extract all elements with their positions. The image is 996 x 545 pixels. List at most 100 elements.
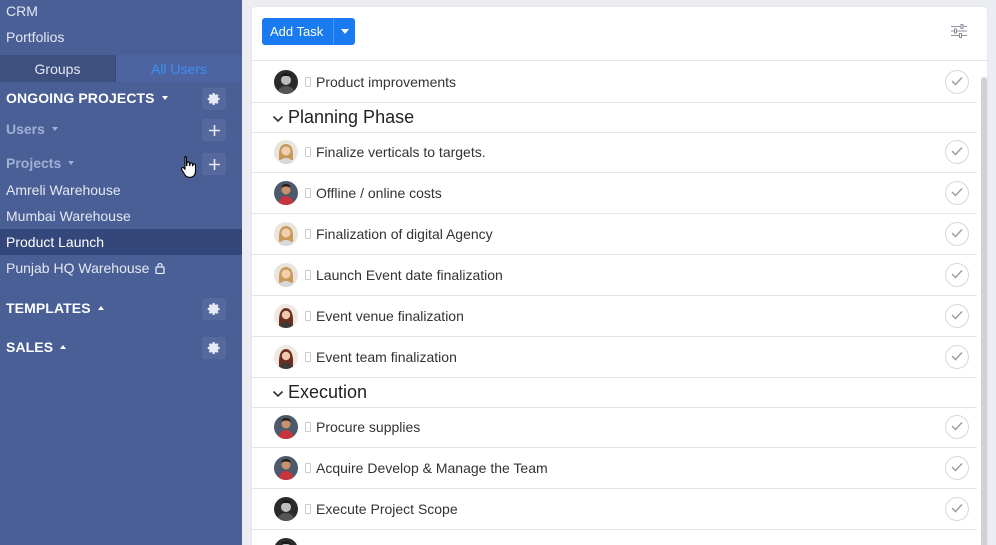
task-drag-handle-icon[interactable] xyxy=(305,229,311,239)
complete-task-button[interactable] xyxy=(945,222,969,246)
gear-icon xyxy=(207,342,220,354)
task-toolbar: Add Task xyxy=(252,7,987,61)
avatar[interactable] xyxy=(274,456,298,480)
project-item-punjab-hq-warehouse[interactable]: Punjab HQ Warehouse xyxy=(0,255,242,281)
task-row[interactable]: Execute Project Scope xyxy=(252,489,977,530)
phase-title: Planning Phase xyxy=(288,106,415,127)
complete-task-button[interactable] xyxy=(945,70,969,94)
add-task-button[interactable]: Add Task xyxy=(262,18,356,45)
check-icon xyxy=(951,500,963,518)
avatar[interactable] xyxy=(274,345,298,369)
task-drag-handle-icon[interactable] xyxy=(305,77,311,87)
task-drag-handle-icon[interactable] xyxy=(305,147,311,157)
task-name[interactable]: Acquire Develop & Manage the Team xyxy=(316,460,548,476)
plus-icon xyxy=(208,158,220,170)
sales-header[interactable]: SALES xyxy=(6,335,226,359)
filter-settings-button[interactable] xyxy=(951,24,967,43)
task-name[interactable]: Offline / online costs xyxy=(316,185,442,201)
nav-link-crm[interactable]: CRM xyxy=(6,3,38,19)
avatar[interactable] xyxy=(274,222,298,246)
check-icon xyxy=(951,73,963,91)
avatar[interactable] xyxy=(274,497,298,521)
sidebar-tabs: Groups All Users xyxy=(0,55,242,82)
task-drag-handle-icon[interactable] xyxy=(305,463,311,473)
templates-title: TEMPLATES xyxy=(6,300,91,316)
plus-icon xyxy=(208,124,220,136)
complete-task-button[interactable] xyxy=(945,304,969,328)
task-row[interactable]: Acquire Develop & Manage the Team xyxy=(252,448,977,489)
complete-task-button[interactable] xyxy=(945,345,969,369)
complete-task-button[interactable] xyxy=(945,263,969,287)
add-user-button[interactable] xyxy=(202,119,226,141)
task-name[interactable]: Launch Event date finalization xyxy=(316,267,503,283)
phase-title: Execution xyxy=(288,381,368,402)
project-item-mumbai-warehouse[interactable]: Mumbai Warehouse xyxy=(0,203,242,229)
tab-all-users[interactable]: All Users xyxy=(116,55,242,82)
add-task-dropdown[interactable] xyxy=(333,18,355,45)
task-name[interactable]: Procure supplies xyxy=(316,419,420,435)
task-name[interactable]: Product improvements xyxy=(316,74,456,90)
task-drag-handle-icon[interactable] xyxy=(305,311,311,321)
chevron-down-icon xyxy=(272,382,284,403)
users-header[interactable]: Users xyxy=(6,117,226,141)
task-row[interactable]: Finalization of digital Agency xyxy=(252,214,977,255)
chevron-down-icon xyxy=(51,127,58,131)
task-row[interactable]: Finalize verticals to targets. xyxy=(252,132,977,173)
complete-task-button[interactable] xyxy=(945,140,969,164)
avatar[interactable] xyxy=(274,70,298,94)
task-row[interactable]: Procure supplies xyxy=(252,407,977,448)
task-drag-handle-icon[interactable] xyxy=(305,270,311,280)
avatar[interactable] xyxy=(274,181,298,205)
avatar[interactable] xyxy=(274,538,298,545)
sales-title: SALES xyxy=(6,339,54,355)
complete-task-button[interactable] xyxy=(945,497,969,521)
templates-settings-button[interactable] xyxy=(202,298,226,320)
avatar[interactable] xyxy=(274,263,298,287)
task-drag-handle-icon[interactable] xyxy=(305,188,311,198)
sliders-icon xyxy=(951,24,967,38)
task-name[interactable]: Event team finalization xyxy=(316,349,457,365)
avatar[interactable] xyxy=(274,304,298,328)
templates-header[interactable]: TEMPLATES xyxy=(6,296,226,320)
check-icon xyxy=(951,307,963,325)
task-name[interactable]: Finalize verticals to targets. xyxy=(316,144,486,160)
avatar[interactable] xyxy=(274,140,298,164)
complete-task-button[interactable] xyxy=(945,456,969,480)
task-drag-handle-icon[interactable] xyxy=(305,422,311,432)
check-icon xyxy=(951,418,963,436)
task-drag-handle-icon[interactable] xyxy=(305,352,311,362)
gear-icon xyxy=(207,303,220,315)
complete-task-button[interactable] xyxy=(945,415,969,439)
sidebar: CRM Portfolios Groups All Users ONGOING … xyxy=(0,0,242,545)
check-icon xyxy=(951,184,963,202)
check-icon xyxy=(951,266,963,284)
check-icon xyxy=(951,225,963,243)
task-row[interactable]: Event venue finalization xyxy=(252,296,977,337)
ongoing-projects-title: ONGOING PROJECTS xyxy=(6,90,155,106)
sales-settings-button[interactable] xyxy=(202,337,226,359)
nav-link-portfolios[interactable]: Portfolios xyxy=(6,29,64,45)
project-item-amreli-warehouse[interactable]: Amreli Warehouse xyxy=(0,177,242,203)
scrollbar[interactable] xyxy=(981,77,987,545)
add-project-button[interactable] xyxy=(202,153,226,175)
complete-task-button[interactable] xyxy=(945,181,969,205)
task-row[interactable] xyxy=(252,530,977,545)
chevron-up-icon xyxy=(60,345,67,349)
task-row[interactable]: Product improvements xyxy=(252,62,977,103)
task-row[interactable]: Event team finalization xyxy=(252,337,977,378)
task-row[interactable]: Launch Event date finalization xyxy=(252,255,977,296)
phase-header-planning[interactable]: Planning Phase xyxy=(272,102,414,132)
project-item-product-launch[interactable]: Product Launch xyxy=(0,229,242,255)
tab-groups[interactable]: Groups xyxy=(0,55,116,82)
task-row[interactable]: Offline / online costs xyxy=(252,173,977,214)
caret-down-icon xyxy=(340,29,349,34)
chevron-up-icon xyxy=(97,306,104,310)
phase-header-execution[interactable]: Execution xyxy=(272,377,367,407)
task-drag-handle-icon[interactable] xyxy=(305,504,311,514)
task-name[interactable]: Execute Project Scope xyxy=(316,501,458,517)
task-name[interactable]: Finalization of digital Agency xyxy=(316,226,493,242)
ongoing-projects-settings-button[interactable] xyxy=(202,88,226,110)
task-name[interactable]: Event venue finalization xyxy=(316,308,464,324)
avatar[interactable] xyxy=(274,415,298,439)
ongoing-projects-header[interactable]: ONGOING PROJECTS xyxy=(6,86,226,110)
